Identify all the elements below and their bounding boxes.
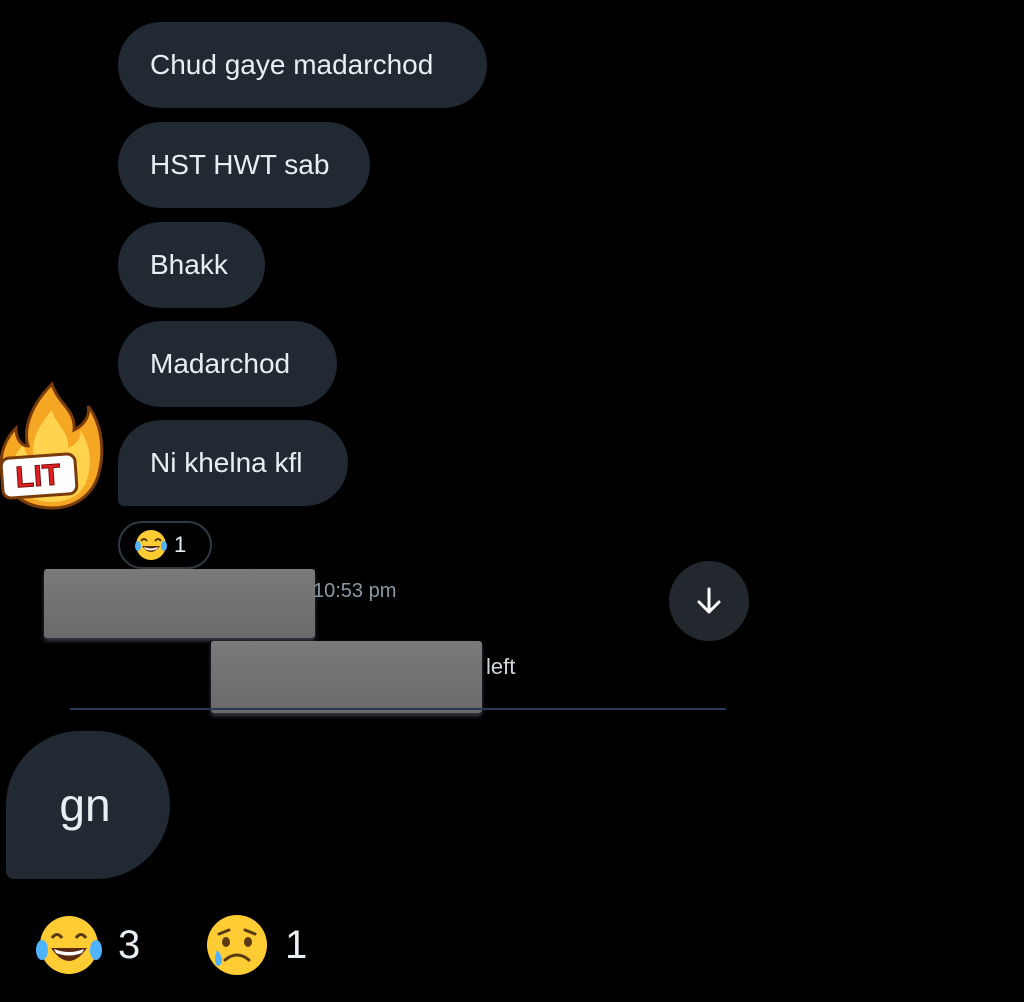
reaction-count: 1 bbox=[174, 532, 187, 557]
message-text: HST HWT sab bbox=[150, 149, 330, 180]
chat-screen: Chud gaye madarchod HST HWT sab Bhakk Ma… bbox=[0, 0, 1024, 1002]
crying-face-icon bbox=[207, 915, 267, 975]
tears-of-joy-icon bbox=[135, 530, 167, 560]
message-bubble[interactable]: Madarchod bbox=[118, 321, 337, 407]
redacted-name-block bbox=[44, 569, 315, 638]
system-status-text: left bbox=[486, 654, 516, 679]
message-bubble[interactable]: gn bbox=[6, 731, 170, 879]
message-text: Ni khelna kfl bbox=[150, 447, 303, 478]
timestamp: 10:53 pm bbox=[313, 580, 397, 602]
message-bubble[interactable]: Bhakk bbox=[118, 222, 265, 308]
message-text: Chud gaye madarchod bbox=[150, 49, 434, 80]
divider bbox=[70, 708, 726, 710]
scroll-down-button[interactable] bbox=[669, 561, 749, 641]
sticker-label: LIT bbox=[14, 458, 61, 494]
tears-of-joy-icon bbox=[36, 916, 102, 974]
message-text: Bhakk bbox=[150, 249, 228, 280]
message-text: Madarchod bbox=[150, 348, 291, 379]
reaction-chip[interactable]: 3 bbox=[34, 912, 140, 978]
arrow-down-icon bbox=[697, 587, 721, 614]
reaction-chip[interactable]: 1 bbox=[118, 521, 212, 569]
reaction-count: 3 bbox=[118, 922, 141, 967]
redacted-name-block bbox=[211, 641, 482, 713]
fire-lit-sticker-icon[interactable]: LIT bbox=[0, 380, 104, 512]
reaction-chip[interactable]: 1 bbox=[203, 912, 307, 978]
message-text: gn bbox=[59, 779, 111, 831]
message-bubble[interactable]: HST HWT sab bbox=[118, 122, 370, 208]
reaction-count: 1 bbox=[285, 922, 308, 967]
message-bubble[interactable]: Chud gaye madarchod bbox=[118, 22, 487, 108]
message-bubble[interactable]: Ni khelna kfl bbox=[118, 420, 348, 506]
